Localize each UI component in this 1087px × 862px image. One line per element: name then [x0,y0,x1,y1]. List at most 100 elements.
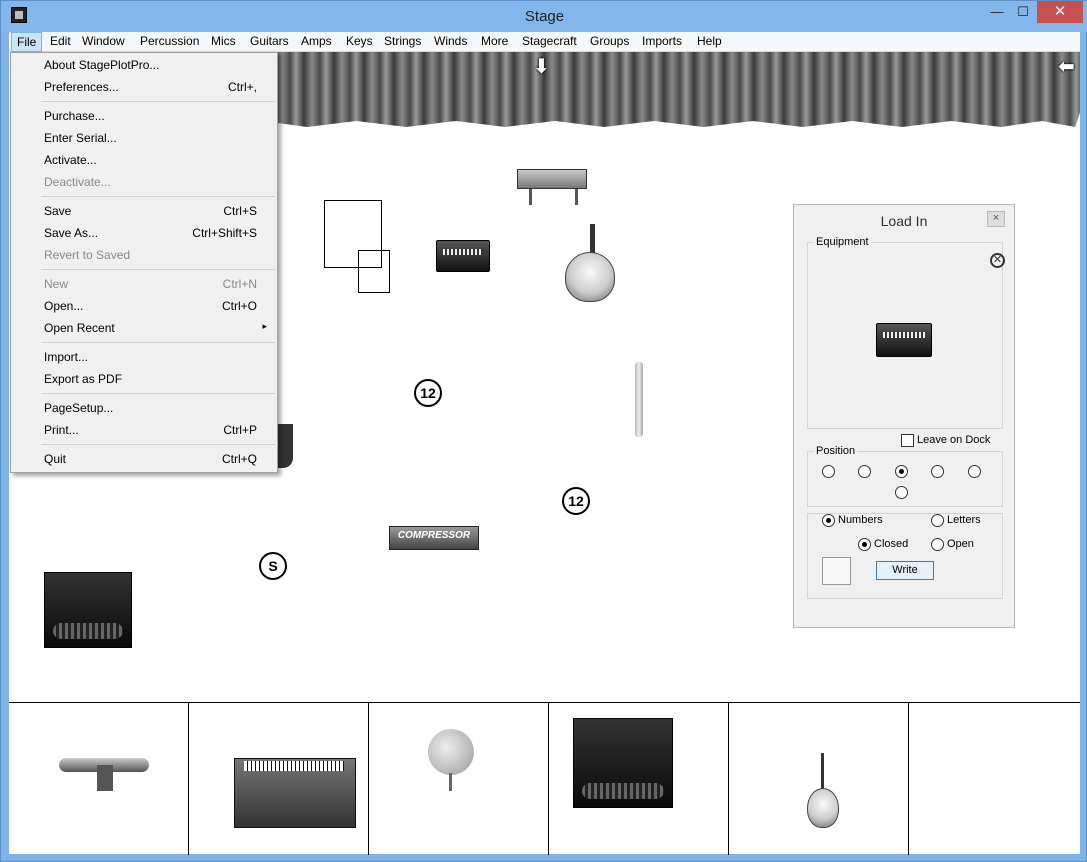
keys-strip [244,761,344,771]
menu-separator [41,342,275,343]
menu-guitars[interactable]: Guitars [248,34,291,48]
write-button[interactable]: Write [876,561,934,580]
s-marker[interactable]: S [259,552,287,580]
remove-equipment-icon[interactable]: ✕ [990,253,1005,268]
title-bar[interactable]: Stage — ☐ ✕ [1,1,1087,32]
numbers-radio[interactable] [822,514,835,527]
menu-item-open[interactable]: Open... Ctrl+O [11,296,277,316]
position-radio-5[interactable] [968,465,981,478]
menu-item-save-as[interactable]: Save As... Ctrl+Shift+S [11,223,277,243]
closed-radio[interactable] [858,538,871,551]
position-label: Position [814,445,858,457]
dock-slot-bouzouki[interactable] [729,703,909,855]
bouzouki-neck [821,753,824,793]
menu-help[interactable]: Help [695,34,724,48]
dock-slot-speaker[interactable] [549,703,729,855]
menu-item-import[interactable]: Import... [11,347,277,367]
position-number-marker[interactable]: 12 [414,379,442,407]
numbering-group: Numbers Letters Closed Open [807,513,1003,599]
menu-mics[interactable]: Mics [209,34,238,48]
menu-item-shortcut: Ctrl+Shift+S [192,226,257,240]
menu-file[interactable]: File [11,32,43,52]
position-radio-4[interactable] [931,465,944,478]
menu-more[interactable]: More [479,34,510,48]
panel-title: Load In [880,213,928,229]
menu-separator [41,444,275,445]
menu-separator [41,393,275,394]
close-button[interactable]: ✕ [1037,1,1083,23]
menu-item-shortcut: Ctrl+S [223,204,257,218]
dock-slot-cymbal[interactable] [369,703,549,855]
menu-amps[interactable]: Amps [299,34,334,48]
menu-separator [41,101,275,102]
open-radio[interactable] [931,538,944,551]
position-number-marker[interactable]: 12 [562,487,590,515]
acoustic-guitar-icon[interactable] [565,252,615,302]
menu-item-purchase[interactable]: Purchase... [11,106,277,126]
submenu-arrow-icon: ▸ [262,321,267,331]
minimize-button[interactable]: — [983,1,1011,23]
menu-item-preferences[interactable]: Preferences... Ctrl+, [11,77,277,97]
letters-label: Letters [947,514,981,526]
stand-leg [575,189,578,205]
menu-item-enter-serial[interactable]: Enter Serial... [11,128,277,148]
menu-item-page-setup[interactable]: PageSetup... [11,398,277,418]
menu-percussion[interactable]: Percussion [138,34,201,48]
arrow-left-icon[interactable]: ⬅ [1058,54,1075,79]
dock-slot-empty[interactable] [909,703,1087,855]
menu-item-label: Open... [44,299,84,313]
menu-item-deactivate: Deactivate... [11,172,277,192]
menu-groups[interactable]: Groups [588,34,631,48]
leave-on-dock-checkbox[interactable] [901,434,914,447]
menu-item-export-pdf[interactable]: Export as PDF [11,369,277,389]
menu-bar: File Edit Window Percussion Mics Guitars… [9,32,1080,52]
recorder-icon[interactable] [635,362,643,437]
menu-stagecraft[interactable]: Stagecraft [520,34,579,48]
load-in-panel: Load In × Equipment ✕ Leave on Dock Posi… [793,204,1015,628]
menu-item-quit[interactable]: Quit Ctrl+Q [11,449,277,469]
menu-item-label: Purchase... [44,109,105,123]
riser-outline-small[interactable] [358,250,390,293]
menu-separator [41,196,275,197]
equipment-dock [9,702,1080,855]
menu-window[interactable]: Window [80,34,127,48]
keyboard-stand-icon[interactable] [517,169,587,189]
menu-item-activate[interactable]: Activate... [11,150,277,170]
menu-item-print[interactable]: Print... Ctrl+P [11,420,277,440]
amplifier-icon[interactable] [436,240,490,272]
menu-winds[interactable]: Winds [432,34,469,48]
menu-item-about[interactable]: About StagePlotPro... [11,55,277,75]
dock-slot-mic-stand[interactable] [9,703,189,855]
menu-item-save[interactable]: Save Ctrl+S [11,201,277,221]
arrow-down-icon[interactable]: ⬇ [533,54,550,79]
equipment-label: Equipment [814,236,871,248]
position-radio-6[interactable] [895,486,908,499]
menu-item-label: Activate... [44,153,97,167]
position-radio-2[interactable] [858,465,871,478]
cymbal-icon [428,729,474,775]
menu-strings[interactable]: Strings [382,34,423,48]
menu-item-open-recent[interactable]: Open Recent ▸ [11,318,277,338]
menu-item-label: Enter Serial... [44,131,117,145]
speaker-cabinet-dock-icon [573,718,673,808]
dock-slot-keyboard-amp[interactable] [189,703,369,855]
menu-edit[interactable]: Edit [48,34,73,48]
compressor-icon[interactable]: COMPRESSOR [389,526,479,550]
maximize-button[interactable]: ☐ [1009,1,1037,23]
color-swatch[interactable] [822,557,851,585]
position-radio-1[interactable] [822,465,835,478]
menu-item-shortcut: Ctrl+Q [221,452,257,466]
speaker-cabinet-icon[interactable] [44,572,132,648]
stage-piece[interactable] [277,424,293,468]
menu-imports[interactable]: Imports [640,34,684,48]
position-group: Position [807,445,1003,507]
letters-radio[interactable] [931,514,944,527]
position-radio-3[interactable] [895,465,908,478]
leave-on-dock-label: Leave on Dock [917,434,991,446]
panel-close-button[interactable]: × [987,211,1005,227]
menu-separator [41,269,275,270]
menu-item-label: Import... [44,350,89,364]
menu-keys[interactable]: Keys [344,34,375,48]
menu-item-shortcut: Ctrl+P [223,423,257,437]
bouzouki-icon [807,788,839,828]
